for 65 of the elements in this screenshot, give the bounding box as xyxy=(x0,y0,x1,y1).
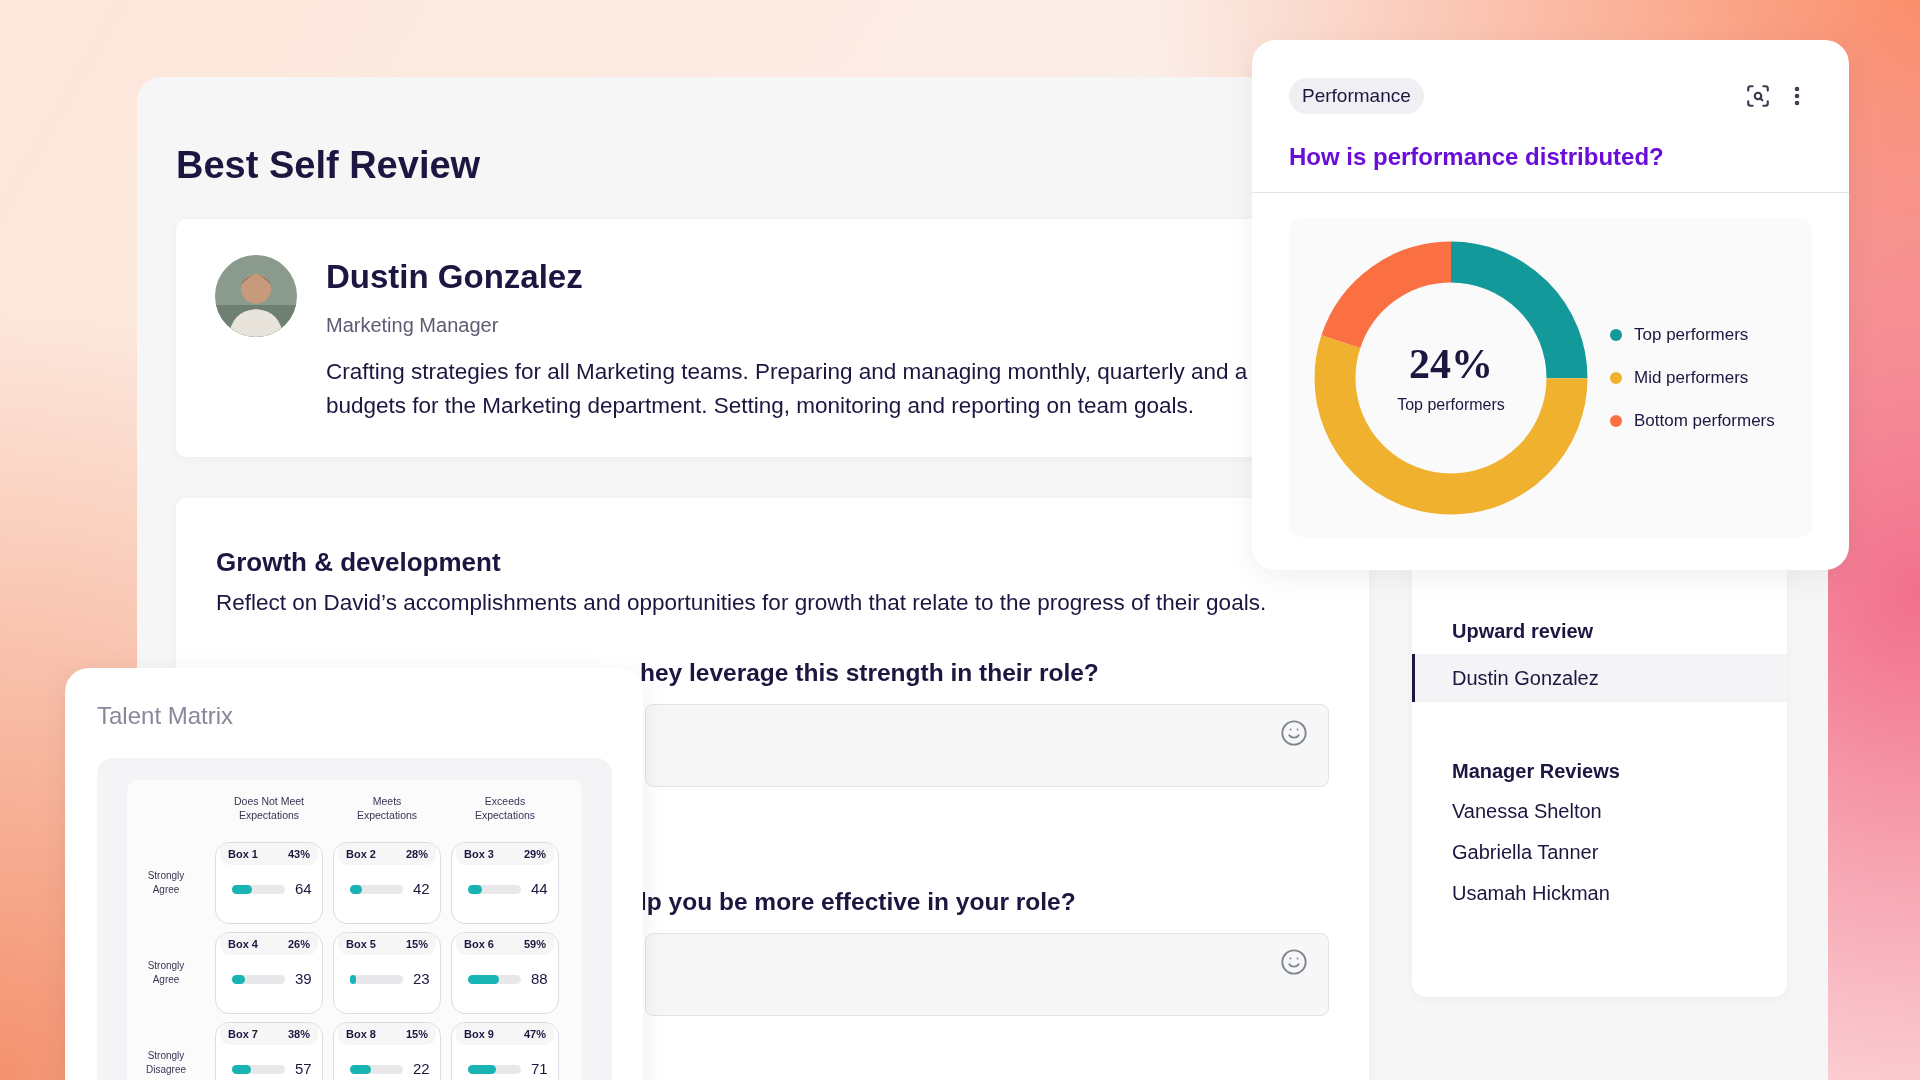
box-percent: 29% xyxy=(523,847,546,861)
matrix-box[interactable]: Box 6 59% 88 xyxy=(451,932,559,1014)
matrix-box[interactable]: Box 5 15% 23 xyxy=(333,932,441,1014)
column-header: Exceeds Expectations xyxy=(473,794,537,822)
page-title: Best Self Review xyxy=(176,143,481,188)
section-title: Growth & development xyxy=(216,546,502,579)
emoji-icon[interactable] xyxy=(1280,719,1308,747)
box-name: Box 8 xyxy=(346,1027,376,1041)
row-label: Strongly Agree xyxy=(146,959,186,987)
answer-field[interactable] xyxy=(645,704,1329,787)
emoji-icon[interactable] xyxy=(1280,948,1308,976)
box-value: 57 xyxy=(295,1059,312,1079)
box-percent: 47% xyxy=(523,1027,546,1041)
card-title: How is performance distributed? xyxy=(1252,120,1849,193)
box-name: Box 3 xyxy=(464,847,494,861)
row-label: Strongly Agree xyxy=(146,869,186,897)
matrix-box[interactable]: Box 2 28% 42 xyxy=(333,842,441,924)
box-name: Box 9 xyxy=(464,1027,494,1041)
category-tag: Performance xyxy=(1289,78,1424,114)
box-name: Box 7 xyxy=(228,1027,258,1041)
question-text: hey leverage this strength in their role? xyxy=(640,658,1100,688)
box-percent: 38% xyxy=(287,1027,310,1041)
employee-description: Crafting strategies for all Marketing teams. Preparing and managing monthly, quarterly and a budgets for the Marketing department. Setting, monitoring and reporting on team goals. xyxy=(326,358,1248,420)
matrix-box[interactable]: Box 8 15% 22 xyxy=(333,1022,441,1080)
box-value: 44 xyxy=(531,879,548,899)
box-name: Box 1 xyxy=(228,847,258,861)
box-percent: 28% xyxy=(405,847,428,861)
box-value: 22 xyxy=(413,1059,430,1079)
employee-name: Dustin Gonzalez xyxy=(326,257,584,297)
matrix-box[interactable]: Box 9 47% 71 xyxy=(451,1022,559,1080)
box-value: 39 xyxy=(295,969,312,989)
box-percent: 15% xyxy=(405,937,428,951)
donut-value: 24% xyxy=(1409,340,1493,388)
box-name: Box 5 xyxy=(346,937,376,951)
box-value: 88 xyxy=(531,969,548,989)
legend-label: Bottom performers xyxy=(1634,410,1775,432)
sidebar-item[interactable]: Dustin Gonzalez xyxy=(1412,654,1787,702)
box-value: 71 xyxy=(531,1059,548,1079)
column-header: Does Not Meet Expectations xyxy=(233,794,305,822)
box-name: Box 2 xyxy=(346,847,376,861)
matrix-box[interactable]: Box 1 43% 64 xyxy=(215,842,323,924)
matrix-box[interactable]: Box 4 26% 39 xyxy=(215,932,323,1014)
box-value: 64 xyxy=(295,879,312,899)
box-percent: 26% xyxy=(287,937,310,951)
box-value: 23 xyxy=(413,969,430,989)
sidebar-heading: Upward review xyxy=(1451,619,1595,644)
section-description: Reflect on David’s accomplishments and opportunities for growth that relate to the progress of their goals. xyxy=(216,589,1268,617)
box-name: Box 4 xyxy=(228,937,258,951)
legend-label: Top performers xyxy=(1634,324,1749,346)
box-percent: 15% xyxy=(405,1027,428,1041)
box-name: Box 6 xyxy=(464,937,494,951)
legend-label: Mid performers xyxy=(1634,367,1749,389)
scan-search-icon[interactable] xyxy=(1745,83,1771,109)
box-value: 42 xyxy=(413,879,430,899)
matrix-box[interactable]: Box 3 29% 44 xyxy=(451,842,559,924)
answer-field[interactable] xyxy=(645,933,1329,1016)
box-percent: 59% xyxy=(523,937,546,951)
matrix-box[interactable]: Box 7 38% 57 xyxy=(215,1022,323,1080)
employee-role: Marketing Manager xyxy=(326,313,500,338)
card-title: Talent Matrix xyxy=(97,701,235,731)
column-header: Meets Expectations xyxy=(355,794,419,822)
row-label: Strongly Disagree xyxy=(145,1049,187,1077)
box-percent: 43% xyxy=(287,847,310,861)
donut-label: Top performers xyxy=(1397,395,1505,415)
sidebar-heading: Manager Reviews xyxy=(1451,759,1621,784)
